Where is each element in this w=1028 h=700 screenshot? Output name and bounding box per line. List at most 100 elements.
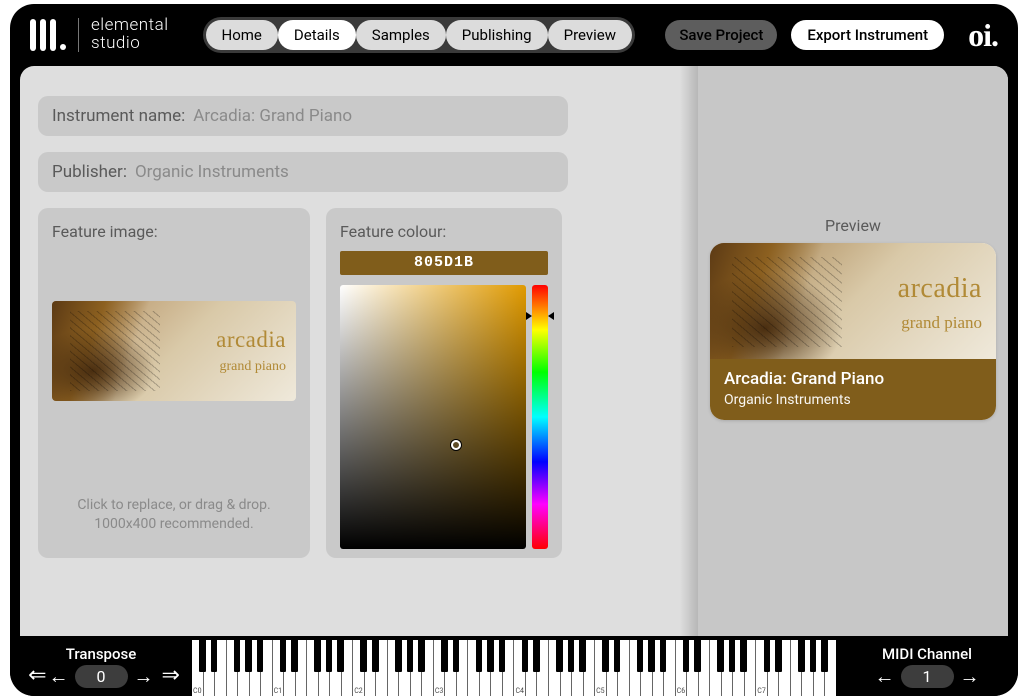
piano-black-key[interactable] bbox=[245, 640, 252, 672]
transpose-octave-up-button[interactable]: ⇒ bbox=[160, 665, 176, 687]
piano-black-key[interactable] bbox=[476, 640, 483, 672]
piano-black-key[interactable] bbox=[694, 640, 701, 672]
preview-pane: Preview arcadia grand piano Arcadia: Gra… bbox=[698, 66, 1008, 636]
piano-white-key[interactable] bbox=[307, 640, 319, 696]
piano-white-key[interactable]: C1 bbox=[273, 640, 285, 696]
piano-white-key[interactable]: C4 bbox=[514, 640, 526, 696]
piano-white-key[interactable]: C2 bbox=[353, 640, 365, 696]
piano-octave-label: C3 bbox=[435, 687, 444, 695]
piano-black-key[interactable] bbox=[337, 640, 344, 672]
piano-black-key[interactable] bbox=[372, 640, 379, 672]
preview-arcadia-sub: grand piano bbox=[898, 313, 982, 333]
publisher-field[interactable]: Publisher: Organic Instruments bbox=[38, 152, 568, 192]
piano-white-key[interactable] bbox=[227, 640, 239, 696]
colour-saturation-value-plane[interactable] bbox=[340, 285, 526, 549]
piano-black-key[interactable] bbox=[499, 640, 506, 672]
piano-black-key[interactable] bbox=[453, 640, 460, 672]
piano-white-key[interactable] bbox=[791, 640, 803, 696]
colour-sv-handle[interactable] bbox=[451, 440, 461, 450]
piano-octave-label: C0 bbox=[193, 687, 202, 695]
tab-samples[interactable]: Samples bbox=[356, 20, 446, 50]
piano-black-key[interactable] bbox=[775, 640, 782, 672]
piano-black-key[interactable] bbox=[533, 640, 540, 672]
piano-octave-label: C7 bbox=[757, 687, 766, 695]
piano-black-key[interactable] bbox=[614, 640, 621, 672]
piano-white-key[interactable] bbox=[630, 640, 642, 696]
piano-black-key[interactable] bbox=[326, 640, 333, 672]
transpose-down-button[interactable]: ← bbox=[47, 666, 71, 686]
piano-white-key[interactable]: C3 bbox=[434, 640, 446, 696]
piano-black-key[interactable] bbox=[648, 640, 655, 672]
export-instrument-button[interactable]: Export Instrument bbox=[791, 20, 944, 50]
piano-black-key[interactable] bbox=[556, 640, 563, 672]
piano-black-key[interactable] bbox=[522, 640, 529, 672]
midi-channel-label: MIDI Channel bbox=[882, 645, 972, 663]
midi-channel-up-button[interactable]: → bbox=[958, 666, 982, 686]
thumb-arcadia-title: arcadia bbox=[216, 327, 286, 353]
piano-white-key[interactable] bbox=[710, 640, 722, 696]
piano-black-key[interactable] bbox=[798, 640, 805, 672]
piano-white-key[interactable]: C6 bbox=[676, 640, 688, 696]
piano-black-key[interactable] bbox=[257, 640, 264, 672]
piano-black-key[interactable] bbox=[211, 640, 218, 672]
main-tabs: Home Details Samples Publishing Preview bbox=[203, 17, 636, 53]
piano-white-key[interactable] bbox=[549, 640, 561, 696]
piano-black-key[interactable] bbox=[740, 640, 747, 672]
piano-black-key[interactable] bbox=[660, 640, 667, 672]
preview-card-image: arcadia grand piano bbox=[710, 243, 996, 359]
tab-home[interactable]: Home bbox=[206, 20, 278, 50]
piano-black-key[interactable] bbox=[407, 640, 414, 672]
preview-card-info: Arcadia: Grand Piano Organic Instruments bbox=[710, 359, 996, 420]
piano-black-key[interactable] bbox=[441, 640, 448, 672]
piano-black-key[interactable] bbox=[637, 640, 644, 672]
piano-black-key[interactable] bbox=[487, 640, 494, 672]
piano-black-key[interactable] bbox=[810, 640, 817, 672]
piano-octave-label: C2 bbox=[354, 687, 363, 695]
piano-black-key[interactable] bbox=[280, 640, 287, 672]
piano-black-key[interactable] bbox=[729, 640, 736, 672]
piano-black-key[interactable] bbox=[395, 640, 402, 672]
piano-white-key[interactable]: C0 bbox=[192, 640, 204, 696]
piano-black-key[interactable] bbox=[683, 640, 690, 672]
colour-hue-handle[interactable] bbox=[528, 312, 552, 318]
piano-black-key[interactable] bbox=[568, 640, 575, 672]
piano-black-key[interactable] bbox=[199, 640, 206, 672]
feature-colour-title: Feature colour: bbox=[340, 222, 548, 241]
bottombar: Transpose ⇐ ← 0 → ⇒ C0C1C2C3C4C5C6C7 MID… bbox=[10, 636, 1018, 696]
instrument-name-label: Instrument name: bbox=[52, 106, 185, 126]
instrument-name-value: Arcadia: Grand Piano bbox=[193, 106, 352, 126]
piano-black-key[interactable] bbox=[234, 640, 241, 672]
piano-white-key[interactable]: C5 bbox=[595, 640, 607, 696]
transpose-octave-down-button[interactable]: ⇐ bbox=[26, 665, 42, 687]
midi-channel-down-button[interactable]: ← bbox=[873, 666, 897, 686]
piano-black-key[interactable] bbox=[314, 640, 321, 672]
piano-black-key[interactable] bbox=[418, 640, 425, 672]
feature-image-dropzone[interactable]: arcadia grand piano bbox=[52, 301, 296, 401]
piano-white-key[interactable] bbox=[388, 640, 400, 696]
main-panel: Instrument name: Arcadia: Grand Piano Pu… bbox=[20, 66, 1008, 636]
piano-white-key[interactable]: C7 bbox=[756, 640, 768, 696]
piano-black-key[interactable] bbox=[360, 640, 367, 672]
feature-colour-hex-input[interactable] bbox=[340, 251, 548, 275]
save-project-button[interactable]: Save Project bbox=[665, 20, 777, 50]
tab-preview[interactable]: Preview bbox=[548, 20, 632, 50]
tab-details[interactable]: Details bbox=[278, 20, 356, 50]
piano-black-key[interactable] bbox=[717, 640, 724, 672]
piano-black-key[interactable] bbox=[291, 640, 298, 672]
midi-channel-value[interactable]: 1 bbox=[901, 665, 954, 688]
piano-black-key[interactable] bbox=[821, 640, 828, 672]
piano-black-key[interactable] bbox=[764, 640, 771, 672]
preview-card-name: Arcadia: Grand Piano bbox=[724, 369, 982, 389]
feature-colour-panel: Feature colour: bbox=[326, 208, 562, 558]
preview-card-publisher: Organic Instruments bbox=[724, 392, 982, 408]
feature-image-panel: Feature image: arcadia grand piano Click… bbox=[38, 208, 310, 558]
piano-keyboard[interactable]: C0 C1 C2 C3 C4 C5 C6 C7 bbox=[192, 640, 836, 696]
colour-hue-slider[interactable] bbox=[532, 285, 548, 549]
piano-black-key[interactable] bbox=[579, 640, 586, 672]
tab-publishing[interactable]: Publishing bbox=[446, 20, 548, 50]
transpose-up-button[interactable]: → bbox=[132, 666, 156, 686]
piano-white-key[interactable] bbox=[468, 640, 480, 696]
transpose-value[interactable]: 0 bbox=[75, 665, 128, 688]
piano-black-key[interactable] bbox=[602, 640, 609, 672]
instrument-name-field[interactable]: Instrument name: Arcadia: Grand Piano bbox=[38, 96, 568, 136]
